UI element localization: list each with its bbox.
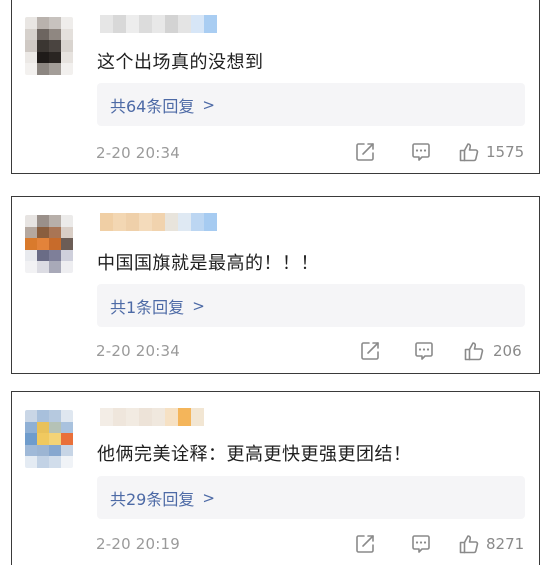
reply-summary[interactable]: 共64条回复 > (97, 83, 525, 126)
thumbs-up-icon[interactable] (458, 533, 480, 555)
reply-summary[interactable]: 共1条回复 > (97, 284, 525, 327)
comment-card: 他俩完美诠释：更高更快更强更团结！ 共29条回复 > 2-20 20:19 82… (11, 391, 540, 565)
comment-icon[interactable] (410, 141, 432, 163)
thumbs-up-icon[interactable] (458, 141, 480, 163)
username-blurred[interactable] (100, 15, 217, 33)
chevron-right-icon: > (192, 296, 205, 315)
reply-count-link[interactable]: 共29条回复 > (110, 486, 215, 510)
reply-count: 共64条回复 (110, 96, 195, 116)
like-count: 8271 (486, 535, 525, 553)
comment-text: 他俩完美诠释：更高更快更强更团结！ (97, 444, 412, 465)
share-icon[interactable] (359, 340, 381, 362)
share-icon[interactable] (354, 533, 376, 555)
reply-summary[interactable]: 共29条回复 > (97, 476, 525, 519)
username-blurred[interactable] (100, 213, 217, 231)
reply-count-link[interactable]: 共1条回复 > (110, 294, 205, 318)
timestamp: 2-20 20:34 (96, 342, 181, 360)
like-count: 1575 (486, 143, 525, 161)
username-blurred[interactable] (100, 408, 204, 426)
reply-count: 共29条回复 (110, 489, 195, 509)
timestamp: 2-20 20:19 (96, 535, 181, 553)
like-count: 206 (493, 342, 522, 360)
comment-text: 中国国旗就是最高的！！！ (97, 253, 319, 274)
comment-text: 这个出场真的没想到 (97, 52, 264, 73)
comment-card: 中国国旗就是最高的！！！ 共1条回复 > 2-20 20:34 206 (11, 196, 540, 374)
comment-icon[interactable] (413, 340, 435, 362)
comment-card: 这个出场真的没想到 共64条回复 > 2-20 20:34 1575 (11, 0, 540, 174)
thumbs-up-icon[interactable] (463, 340, 485, 362)
avatar[interactable] (25, 17, 73, 75)
chevron-right-icon: > (202, 95, 215, 114)
comment-icon[interactable] (410, 533, 432, 555)
chevron-right-icon: > (202, 488, 215, 507)
share-icon[interactable] (354, 141, 376, 163)
timestamp: 2-20 20:34 (96, 144, 181, 162)
avatar[interactable] (25, 410, 73, 468)
avatar[interactable] (25, 215, 73, 273)
reply-count-link[interactable]: 共64条回复 > (110, 93, 215, 117)
reply-count: 共1条回复 (110, 297, 185, 317)
